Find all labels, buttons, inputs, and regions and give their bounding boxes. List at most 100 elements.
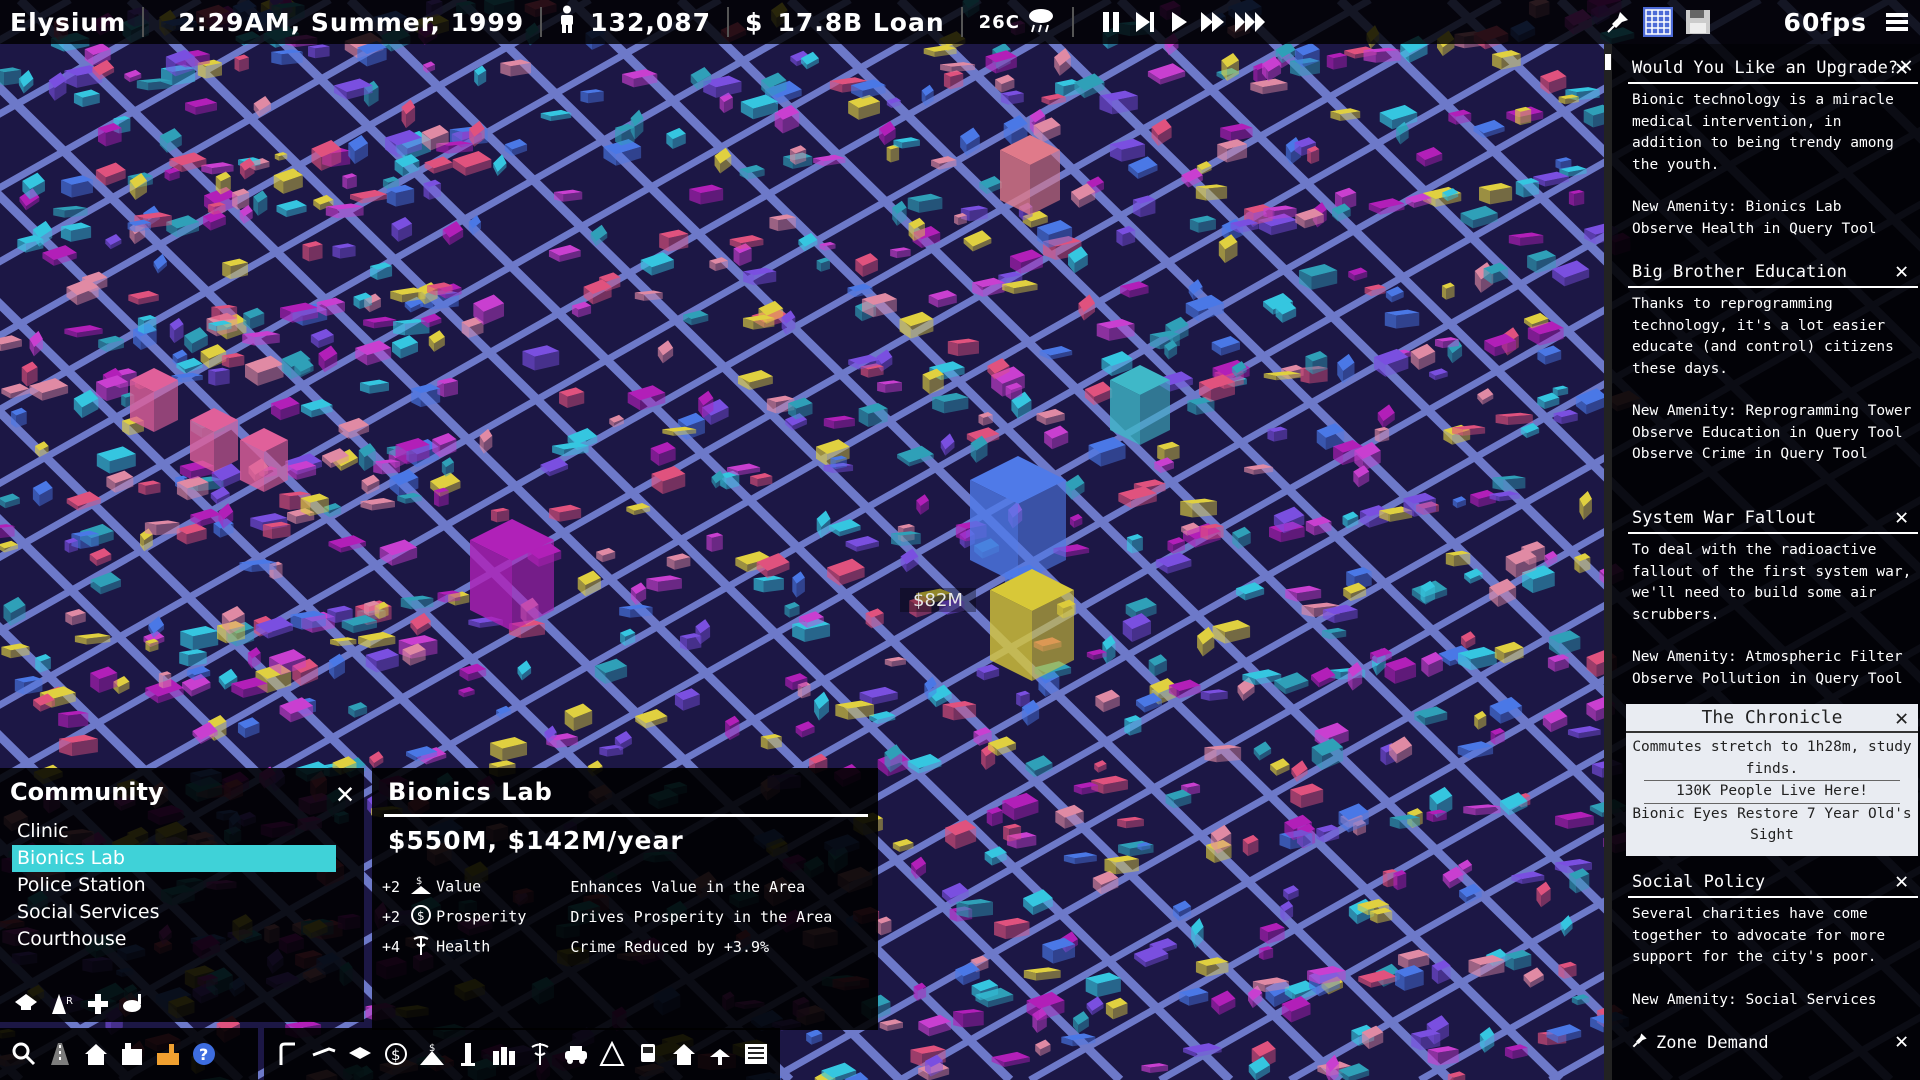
building [553,189,583,202]
community-item-social-services[interactable]: Social Services [12,899,336,926]
close-notification-button[interactable]: ✕ [1895,505,1908,530]
grid-icon[interactable] [1642,7,1673,37]
chronicle-newspaper[interactable]: The Chronicle Commutes stretch to 1h28m,… [1626,704,1918,856]
building [943,70,964,90]
close-community-button[interactable]: ✕ [336,776,354,811]
water-pipe-icon[interactable] [309,1039,339,1069]
power-line-icon[interactable] [273,1039,303,1069]
zone-demand-panel[interactable]: Zone Demand [1628,1028,1918,1057]
building [64,537,78,553]
transit-bus-icon[interactable] [633,1039,663,1069]
building [222,258,249,280]
value-icon[interactable]: $ [417,1039,447,1069]
community-item-police-station[interactable]: Police Station [12,872,336,899]
query-search-icon[interactable] [9,1039,39,1069]
building [144,520,180,536]
pin-icon[interactable] [1603,7,1633,37]
effect-label: Health [436,937,491,956]
notification-amenity: New Amenity: Atmospheric Filter Observe … [1632,649,1903,687]
menu-icon[interactable] [1882,7,1912,37]
hazard-icon[interactable] [597,1039,627,1069]
residential-zone-icon[interactable] [81,1039,111,1069]
notification-text: To deal with the radioactive fallout of … [1632,542,1912,623]
community-item-clinic[interactable]: Clinic [12,818,336,845]
community-item-courthouse[interactable]: Courthouse [12,926,336,953]
community-icon[interactable] [489,1039,519,1069]
close-notification-button[interactable]: ✕ [1895,869,1908,894]
building [179,649,207,667]
building [1555,157,1572,170]
notification-amenity: New Amenity: Bionics Lab Observe Health … [1632,199,1877,237]
industrial-zone-icon[interactable] [153,1039,183,1069]
date-time-display: 2:29AM, Summer, 1999 [178,7,525,37]
svg-text:$: $ [416,876,422,887]
building [1307,145,1320,165]
step-button[interactable] [1132,9,1158,35]
community-misc-icon[interactable] [119,988,149,1018]
transit-car-icon[interactable] [561,1039,591,1069]
money-display[interactable]: $ 17.8B Loan [735,0,955,44]
zone-demand-header[interactable]: Zone Demand [1628,1028,1918,1057]
fast-forward-button[interactable] [1200,9,1226,35]
newspaper-icon[interactable] [741,1039,771,1069]
health-plus-icon[interactable] [83,988,113,1018]
notification-scrollbar[interactable] [1604,44,1612,1080]
toolbar-group-main: ? [0,1028,258,1080]
landmark-building [470,519,554,631]
value-cell: $ Value [406,872,532,902]
close-notification-button[interactable]: ✕ [1895,259,1908,284]
building [659,229,689,252]
notification-amenity: New Amenity: Reprogramming Tower Observe… [1632,403,1912,462]
building [1393,870,1407,891]
building [1200,689,1228,701]
value-icon: $ [410,874,432,900]
effect-row: +2 $ Prosperity Drives Prosperity in the … [382,902,838,932]
close-zone-demand-button[interactable]: ✕ [1895,1029,1908,1054]
svg-text:R: R [66,996,73,1007]
community-item-bionics-lab[interactable]: Bionics Lab [12,845,336,872]
scrollbar-thumb[interactable] [1605,54,1611,70]
home-icon[interactable] [669,1039,699,1069]
notification-body: Bionic technology is a miracle medical i… [1628,84,1918,240]
building [423,179,442,200]
close-notification-button[interactable]: ✕ [1895,56,1908,81]
commercial-zone-icon[interactable] [117,1039,147,1069]
population-display[interactable]: 132,087 [548,0,721,44]
effect-description: Drives Prosperity in the Area [570,908,833,926]
building [1495,412,1533,425]
building [1441,282,1455,300]
close-chronicle-button[interactable]: ✕ [1895,706,1908,731]
building [753,575,784,593]
pin-icon[interactable] [1632,1032,1648,1053]
building [1000,90,1024,105]
landmark-icon[interactable] [453,1039,483,1069]
road-tool-icon[interactable] [45,1039,75,1069]
education-icon[interactable] [11,988,41,1018]
building [14,675,43,695]
parks-icon[interactable] [705,1039,735,1069]
landmark-building [990,569,1074,681]
notification-text: Several charities have come together to … [1632,906,1886,965]
toolbar-group-amenities: $ $ [264,1028,780,1080]
arts-icon[interactable]: R [47,988,77,1018]
svg-text:$: $ [429,1043,435,1054]
education-icon[interactable] [345,1039,375,1069]
building [308,44,330,59]
building-detail-panel: Bionics Lab $550M, $142M/year +2 $ Value … [372,768,878,1030]
city-name[interactable]: Elysium [0,0,136,44]
building [137,315,157,334]
money-icon[interactable]: $ [381,1039,411,1069]
help-icon[interactable]: ? [189,1039,219,1069]
person-icon [558,5,576,39]
save-disk-icon[interactable] [1683,7,1713,37]
notification-fallout: System War Fallout To deal with the radi… [1628,504,1918,711]
health-icon[interactable] [525,1039,555,1069]
play-button[interactable] [1166,9,1192,35]
temperature-value: 26C [978,11,1020,33]
pause-button[interactable] [1098,9,1124,35]
money-value: 17.8B Loan [777,7,945,37]
building [615,123,635,146]
ultra-speed-button[interactable] [1234,9,1268,35]
svg-text:$: $ [391,1046,401,1064]
zone-demand-title: Zone Demand [1656,1032,1769,1053]
